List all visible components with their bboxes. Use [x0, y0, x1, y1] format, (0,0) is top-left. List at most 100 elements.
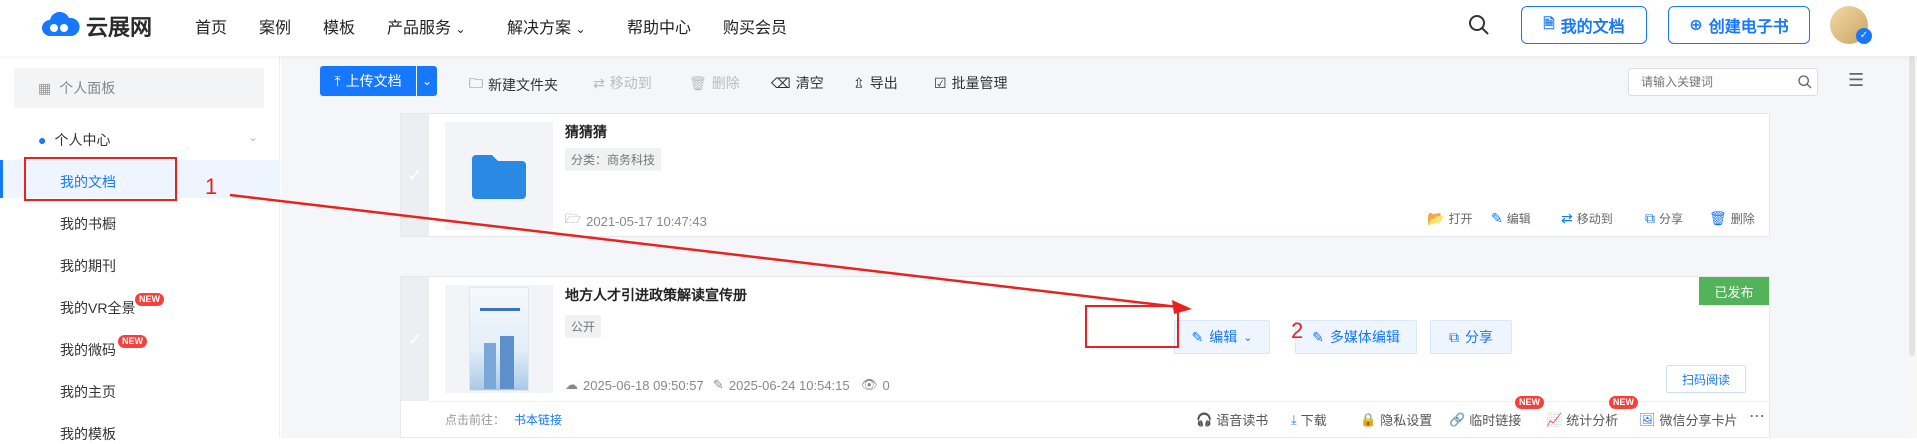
select-checkbox[interactable]: ✓: [401, 277, 429, 401]
create-book-button[interactable]: ⊕ 创建电子书: [1668, 6, 1810, 44]
folder-title[interactable]: 猜猜猜: [565, 122, 607, 142]
folder-icon: [472, 155, 526, 199]
divider: [429, 401, 1771, 402]
folder-open-icon: 📂: [1427, 210, 1445, 226]
grid-icon: ▦: [38, 79, 52, 96]
book-cover-image: [469, 287, 529, 391]
chevron-down-icon[interactable]: ⌄: [248, 130, 258, 144]
sidebar-panel[interactable]: ▦ 个人面板: [14, 68, 264, 108]
sidebar-item-homepage[interactable]: 我的主页: [60, 382, 116, 402]
sidebar-center[interactable]: ● 个人中心: [38, 130, 110, 150]
eye-icon: 👁: [861, 377, 878, 392]
sidebar-panel-label: 个人面板: [59, 80, 116, 96]
goto-label: 点击前往：: [445, 413, 506, 427]
nav-products-label: 产品服务: [387, 20, 452, 37]
select-checkbox[interactable]: ✓: [401, 114, 429, 236]
upload-dropdown[interactable]: ⌄: [417, 66, 437, 96]
privacy-action[interactable]: 🔒 隐私设置: [1360, 410, 1432, 429]
export-label: 导出: [869, 75, 898, 91]
toolbar: ⤒ 上传文档 ⌄ 🗀 新建文件夹 ⇄移动到 🗑删除 ⌫清空 ⇫导出 ☑批量管理 ☰: [281, 56, 1917, 106]
download-icon: ⤓: [1291, 411, 1297, 427]
upload-button[interactable]: ⤒ 上传文档: [320, 66, 416, 96]
share-action[interactable]: ⧉ 分享: [1645, 210, 1683, 227]
swap-icon: ⇄: [1561, 210, 1573, 226]
temp-link-action[interactable]: 🔗 临时链接: [1449, 410, 1521, 429]
scrollbar-thumb[interactable]: [1909, 56, 1915, 356]
check-icon: ✓: [407, 328, 423, 349]
swap-icon: ⇄: [593, 74, 605, 91]
media-edit-button-label: 多媒体编辑: [1329, 329, 1400, 345]
move-to-label: 移动到: [609, 75, 652, 91]
export-button[interactable]: ⇫ 导出: [853, 73, 898, 93]
open-action[interactable]: 📂 打开: [1427, 210, 1472, 227]
edit-button-label: 编辑: [1209, 329, 1238, 345]
view-count-text: 0: [882, 377, 890, 393]
clear-label: 清空: [795, 75, 824, 91]
create-book-button-label: 创建电子书: [1708, 19, 1789, 36]
created-date: ☁ 2025-06-18 09:50:57: [565, 377, 704, 393]
search-icon[interactable]: [1797, 74, 1813, 90]
share-button[interactable]: ⧉ 分享: [1430, 320, 1512, 354]
new-folder-button[interactable]: 🗀 新建文件夹: [469, 73, 558, 97]
wechat-card-label: 微信分享卡片: [1659, 413, 1738, 428]
clear-button[interactable]: ⌫ 清空: [771, 73, 824, 93]
nav-solutions[interactable]: 解决方案 ⌄: [507, 14, 586, 38]
my-docs-button[interactable]: 🗎 我的文档: [1521, 6, 1647, 44]
delete-label: 删除: [711, 75, 740, 91]
sidebar-item-templates[interactable]: 我的模板: [60, 424, 116, 444]
folder-card[interactable]: ✓ 猜猜猜 分类：商务科技 🗁 2021-05-17 10:47:43 📂 打开 ✎…: [400, 113, 1770, 237]
list-view-icon[interactable]: ☰: [1848, 70, 1864, 91]
document-icon: 🗎: [1543, 15, 1555, 31]
search-icon[interactable]: [1467, 13, 1491, 37]
move-action[interactable]: ⇄ 移动到: [1561, 210, 1613, 227]
document-thumbnail[interactable]: [445, 285, 553, 393]
batch-manage-button[interactable]: ☑ 批量管理: [934, 73, 1008, 93]
media-edit-button[interactable]: ✎ 多媒体编辑: [1295, 320, 1417, 354]
analytics-action[interactable]: 📈 统计分析: [1546, 410, 1618, 429]
nav-help[interactable]: 帮助中心: [627, 14, 691, 38]
cover-building: [484, 343, 496, 389]
eraser-icon: ⌫: [771, 74, 791, 91]
visibility-tag: 公开: [565, 315, 602, 338]
nav-templates[interactable]: 模板: [323, 14, 355, 38]
pencil-icon: ✎: [1191, 328, 1204, 345]
new-badge: NEW: [1515, 396, 1544, 409]
my-docs-button-label: 我的文档: [1560, 19, 1625, 36]
new-badge: NEW: [135, 293, 164, 306]
folder-plus-icon: 🗀: [469, 75, 483, 91]
sidebar-item-journals[interactable]: 我的期刊: [60, 256, 116, 276]
sidebar-item-vr[interactable]: 我的VR全景: [60, 298, 135, 318]
nav-home[interactable]: 首页: [195, 14, 227, 38]
book-link[interactable]: 书本链接: [514, 411, 562, 428]
move-to-button[interactable]: ⇄ 移动到: [593, 73, 652, 93]
delete-action[interactable]: 🗑 删除: [1709, 210, 1755, 227]
wechat-card-action[interactable]: 🖼 微信分享卡片: [1639, 410, 1738, 429]
sidebar-item-microcode[interactable]: 我的微码: [60, 340, 116, 360]
cloud-upload-icon: ☁: [565, 377, 578, 392]
nav-products[interactable]: 产品服务 ⌄: [387, 14, 466, 38]
delete-action-label: 删除: [1730, 212, 1755, 226]
sidebar-item-bookshelf[interactable]: 我的书橱: [60, 214, 116, 234]
modified-date: ✎ 2025-06-24 10:54:15: [713, 377, 850, 393]
logo[interactable]: 云展网: [40, 10, 152, 42]
more-icon[interactable]: ⋯: [1749, 406, 1765, 426]
step-label-1: 1: [205, 174, 218, 199]
scan-read-button[interactable]: 扫码阅读: [1666, 365, 1746, 393]
download-action[interactable]: ⤓ 下载: [1291, 410, 1327, 429]
scrollbar[interactable]: [1907, 56, 1917, 438]
edit-button[interactable]: ✎ 编辑 ⌄: [1174, 320, 1270, 354]
highlight-box-1: [24, 157, 177, 201]
nav-membership[interactable]: 购买会员: [723, 14, 787, 38]
edit-action[interactable]: ✎ 编辑: [1491, 210, 1531, 227]
category-tag: 分类：商务科技: [565, 148, 662, 171]
voice-read-action[interactable]: 🎧 语音读书: [1196, 410, 1268, 429]
search-input[interactable]: [1628, 68, 1818, 96]
document-title[interactable]: 地方人才引进政策解读宣传册: [565, 285, 747, 305]
folder-thumbnail[interactable]: [445, 122, 553, 230]
nav-cases[interactable]: 案例: [259, 14, 291, 38]
cover-building: [500, 336, 514, 389]
chevron-down-icon: ⌄: [575, 22, 586, 36]
delete-button[interactable]: 🗑 删除: [689, 73, 740, 93]
pencil-icon: ✎: [1491, 210, 1503, 226]
highlight-box-2: [1085, 305, 1179, 348]
